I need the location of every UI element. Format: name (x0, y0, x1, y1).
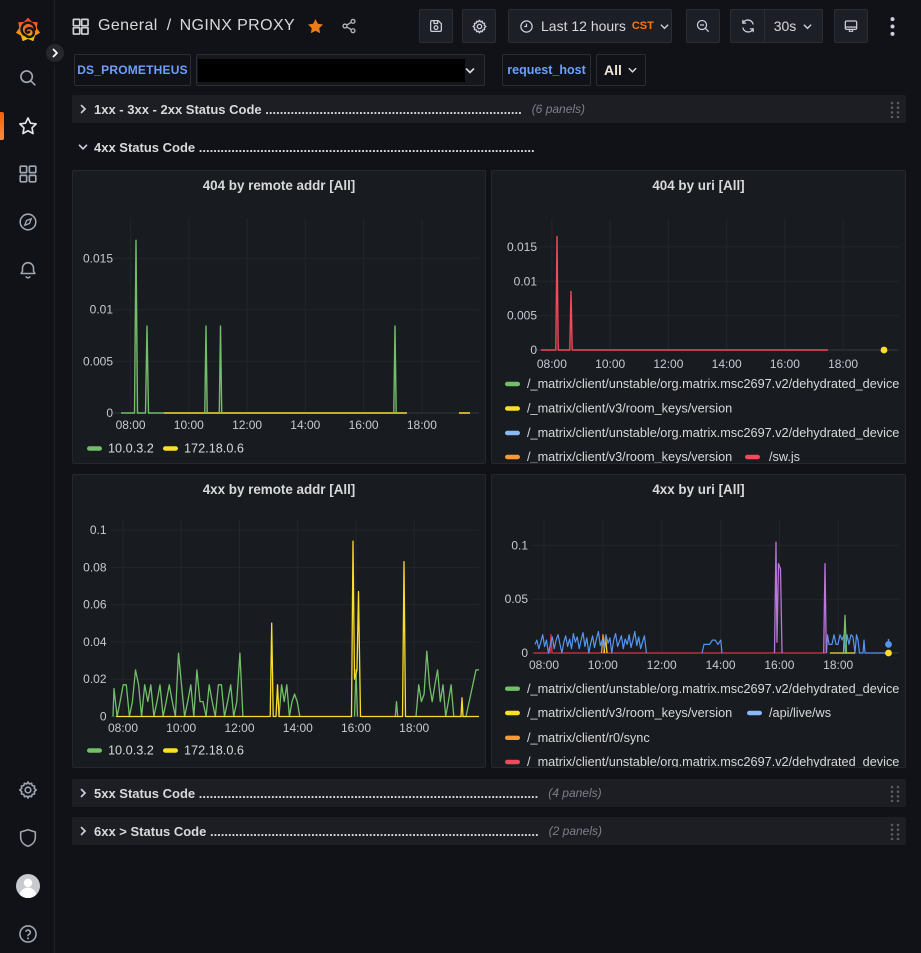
svg-text:/_matrix/client/unstable/org.m: /_matrix/client/unstable/org.matrix.msc2… (527, 682, 899, 696)
svg-text:12:00: 12:00 (653, 357, 683, 371)
svg-text:10.0.3.2: 10.0.3.2 (108, 442, 154, 456)
svg-text:14:00: 14:00 (712, 357, 742, 371)
svg-text:18:00: 18:00 (399, 721, 429, 735)
svg-text:0.005: 0.005 (83, 354, 113, 368)
svg-text:12:00: 12:00 (647, 658, 677, 672)
svg-text:10.0.3.2: 10.0.3.2 (108, 744, 154, 758)
svg-text:0.05: 0.05 (505, 592, 529, 606)
svg-text:/_matrix/client/r0/sync: /_matrix/client/r0/sync (527, 731, 650, 745)
svg-text:10:00: 10:00 (595, 357, 625, 371)
svg-text:/_matrix/client/unstable/org.m: /_matrix/client/unstable/org.matrix.msc2… (527, 426, 899, 440)
svg-text:/_matrix/client/unstable/org.m: /_matrix/client/unstable/org.matrix.msc2… (527, 377, 899, 391)
svg-text:0.02: 0.02 (83, 672, 107, 686)
svg-text:0.1: 0.1 (511, 538, 528, 552)
svg-text:08:00: 08:00 (537, 357, 567, 371)
svg-text:0.06: 0.06 (83, 598, 107, 612)
svg-text:18:00: 18:00 (407, 418, 437, 432)
svg-text:0.08: 0.08 (83, 560, 107, 574)
svg-text:10:00: 10:00 (588, 658, 618, 672)
svg-text:0.1: 0.1 (90, 523, 107, 537)
svg-text:/_matrix/client/v3/room_keys/v: /_matrix/client/v3/room_keys/version (527, 706, 732, 720)
svg-text:16:00: 16:00 (770, 357, 800, 371)
svg-text:10:00: 10:00 (166, 721, 196, 735)
svg-text:0.01: 0.01 (514, 274, 538, 288)
svg-text:0.04: 0.04 (83, 635, 107, 649)
svg-text:18:00: 18:00 (823, 658, 853, 672)
svg-text:/_matrix/client/unstable/org.m: /_matrix/client/unstable/org.matrix.msc2… (527, 755, 899, 768)
svg-text:0: 0 (521, 646, 528, 660)
svg-text:/_matrix/client/v3/room_keys/v: /_matrix/client/v3/room_keys/version (527, 402, 732, 416)
svg-text:08:00: 08:00 (108, 721, 138, 735)
svg-text:/_matrix/client/v3/room_keys/v: /_matrix/client/v3/room_keys/version (527, 450, 732, 464)
svg-text:18:00: 18:00 (828, 357, 858, 371)
svg-text:08:00: 08:00 (529, 658, 559, 672)
svg-text:16:00: 16:00 (349, 418, 379, 432)
svg-text:14:00: 14:00 (706, 658, 736, 672)
svg-text:/sw.js: /sw.js (769, 450, 800, 464)
svg-text:16:00: 16:00 (764, 658, 794, 672)
svg-text:12:00: 12:00 (232, 418, 262, 432)
svg-text:12:00: 12:00 (224, 721, 254, 735)
svg-text:0.015: 0.015 (83, 251, 113, 265)
svg-text:172.18.0.6: 172.18.0.6 (184, 744, 244, 758)
svg-text:0: 0 (106, 406, 113, 420)
svg-text:172.18.0.6: 172.18.0.6 (184, 442, 244, 456)
svg-text:0.005: 0.005 (507, 309, 537, 323)
svg-text:16:00: 16:00 (341, 721, 371, 735)
svg-text:0.01: 0.01 (90, 303, 114, 317)
svg-text:/api/live/ws: /api/live/ws (769, 706, 831, 720)
svg-text:0: 0 (100, 710, 107, 724)
svg-text:14:00: 14:00 (290, 418, 320, 432)
svg-text:10:00: 10:00 (174, 418, 204, 432)
svg-text:08:00: 08:00 (116, 418, 146, 432)
svg-text:14:00: 14:00 (283, 721, 313, 735)
svg-text:0.015: 0.015 (507, 240, 537, 254)
svg-text:0: 0 (530, 343, 537, 357)
